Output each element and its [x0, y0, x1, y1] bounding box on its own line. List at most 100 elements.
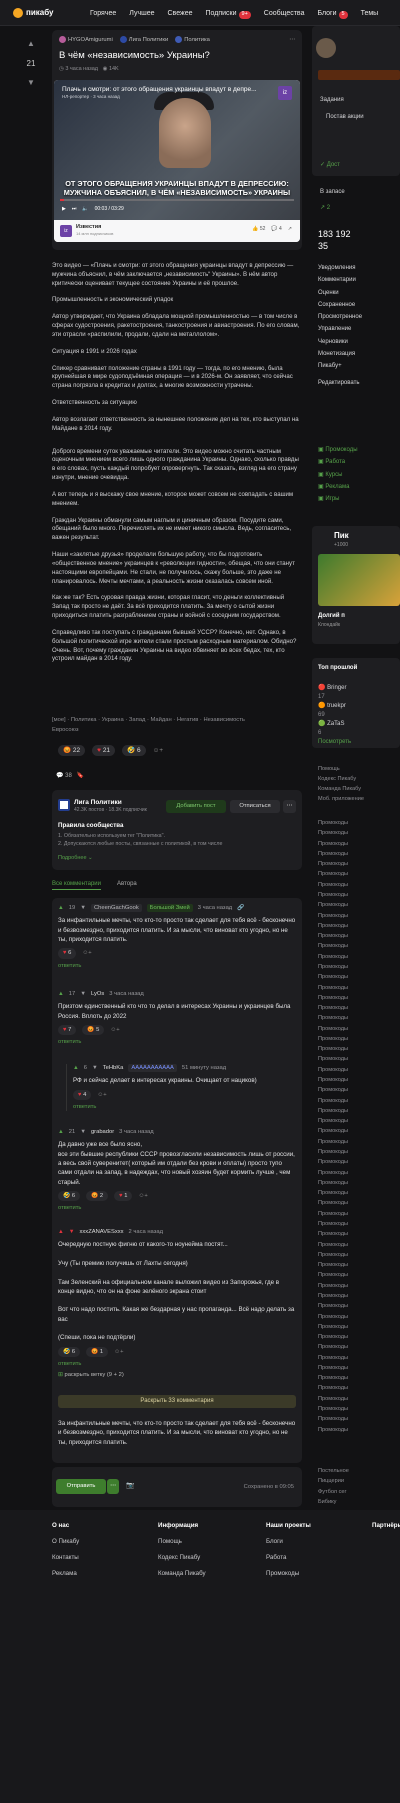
tag[interactable]: Политика: [71, 717, 97, 723]
more-options-icon[interactable]: ⋯: [289, 36, 295, 44]
promo-code-link[interactable]: Промокоды: [318, 1085, 348, 1095]
tag[interactable]: [мое]: [52, 717, 66, 723]
promo-code-link[interactable]: Промокоды: [318, 900, 348, 910]
promo-code-link[interactable]: Промокоды: [318, 1054, 348, 1064]
reply-link[interactable]: ответить: [52, 1201, 302, 1212]
tag[interactable]: Негатив: [177, 717, 198, 723]
footer-link[interactable]: Кодекс Пикабу: [158, 1550, 206, 1566]
menu-ratings[interactable]: Оценки: [318, 287, 362, 299]
downvote-icon[interactable]: ▼: [80, 990, 86, 998]
nav-best[interactable]: Лучшее: [129, 9, 154, 19]
promo-code-link[interactable]: Промокоды: [318, 1219, 348, 1229]
nav-fresh[interactable]: Свежее: [168, 9, 193, 19]
promo-code-link[interactable]: Промокоды: [318, 1178, 348, 1188]
promo-code-link[interactable]: Промокоды: [318, 1394, 348, 1404]
footer-link[interactable]: Команда Пикабу: [158, 1566, 206, 1582]
promo-code-link[interactable]: Промокоды: [318, 828, 348, 838]
add-reaction-icon[interactable]: ☺+: [138, 1192, 147, 1200]
add-reaction-icon[interactable]: ☺+: [82, 949, 91, 957]
comment-user[interactable]: grabador: [91, 1128, 114, 1136]
video-screen[interactable]: Плачь и смотри: от этого обращения украи…: [54, 80, 300, 220]
promo-code-link[interactable]: Промокоды: [318, 818, 348, 828]
team-link[interactable]: Команда Пикабу: [318, 784, 364, 794]
promo-code-link[interactable]: Промокоды: [318, 1034, 348, 1044]
promo-link[interactable]: ▣ Промокоды: [318, 444, 358, 456]
menu-monetization[interactable]: Монетизация: [318, 348, 362, 360]
add-reaction-icon[interactable]: ☺+: [97, 1091, 106, 1099]
reaction-laugh[interactable]: 🤣 6: [58, 1190, 81, 1202]
reply-link[interactable]: ответить: [52, 1357, 302, 1368]
promo-code-link[interactable]: Промокоды: [318, 890, 348, 900]
footer-link[interactable]: Реклама: [52, 1566, 79, 1582]
menu-drafts[interactable]: Черновики: [318, 336, 362, 348]
save-icon[interactable]: 🔖: [77, 773, 84, 779]
play-icon[interactable]: ▶: [62, 206, 66, 213]
promo-code-link[interactable]: Промокоды: [318, 1425, 348, 1435]
nav-subscriptions[interactable]: Подписки 9+: [205, 9, 251, 19]
promo-code-link[interactable]: Промокоды: [318, 983, 348, 993]
upvote-icon[interactable]: ▲: [73, 1064, 79, 1072]
promo-code-link[interactable]: Промокоды: [318, 972, 348, 982]
upvote-icon[interactable]: ▲: [22, 38, 40, 50]
promo-code-link[interactable]: Промокоды: [318, 1322, 348, 1332]
promo-code-link[interactable]: Промокоды: [318, 1332, 348, 1342]
upvote-icon[interactable]: ▲: [58, 904, 64, 912]
downvote-icon[interactable]: ▼: [80, 904, 86, 912]
promo-code-link[interactable]: Промокоды: [318, 1106, 348, 1116]
downvote-icon[interactable]: ▼: [69, 1228, 75, 1236]
reaction-heart[interactable]: ♥ 7: [58, 1024, 77, 1036]
promo-code-link[interactable]: Промокоды: [318, 839, 348, 849]
menu-plus[interactable]: Пикабу+: [318, 360, 362, 372]
nav-hot[interactable]: Горячее: [90, 9, 116, 19]
tag[interactable]: Майдан: [151, 717, 172, 723]
menu-comments[interactable]: Комментарии: [318, 274, 362, 286]
menu-manage[interactable]: Управление: [318, 323, 362, 335]
promo-code-link[interactable]: Промокоды: [318, 921, 348, 931]
video-title[interactable]: Плачь и смотри: от этого обращения украи…: [62, 85, 262, 94]
promo-code-link[interactable]: Промокоды: [318, 849, 348, 859]
tag[interactable]: Запад: [129, 717, 145, 723]
footer-link[interactable]: Промокоды: [266, 1566, 311, 1582]
expand-branch-link[interactable]: ⊞ раскрыть ветку (9 + 2): [52, 1368, 302, 1379]
comment-user[interactable]: TeHbKa: [103, 1064, 124, 1072]
promo-code-link[interactable]: Промокоды: [318, 859, 348, 869]
promo-link[interactable]: ▣ Реклама: [318, 481, 358, 493]
upvote-icon[interactable]: ▲: [58, 990, 64, 998]
promo-code-link[interactable]: Промокоды: [318, 1013, 348, 1023]
promo-link[interactable]: ▣ Курсы: [318, 469, 358, 481]
submit-button[interactable]: Отправить: [56, 1479, 106, 1494]
reaction-angry[interactable]: 😡 1: [86, 1346, 109, 1358]
share-icon[interactable]: ↗: [288, 226, 292, 233]
promo-code-link[interactable]: Промокоды: [318, 1075, 348, 1085]
codex-link[interactable]: Кодекс Пикабу: [318, 774, 364, 784]
reply-draft-text[interactable]: За инфантильные мечты, что кто-то просто…: [52, 1415, 302, 1447]
reaction-angry[interactable]: 😡 22: [58, 745, 86, 757]
menu-notifications[interactable]: Уведомления: [318, 262, 362, 274]
promo-code-link[interactable]: Промокоды: [318, 931, 348, 941]
rules-more-link[interactable]: Подробнее ⌄: [58, 855, 93, 863]
promo-code-link[interactable]: Промокоды: [318, 1270, 348, 1280]
reply-link[interactable]: ответить: [52, 959, 302, 970]
promo-code-link[interactable]: Промокоды: [318, 1240, 348, 1250]
promo-code-link[interactable]: Промокоды: [318, 1137, 348, 1147]
downvote-icon[interactable]: ▼: [80, 1128, 86, 1136]
post-title[interactable]: В чём «независимость» Украины?: [52, 44, 302, 63]
tag[interactable]: Независимость: [203, 717, 244, 723]
promo-code-link[interactable]: Промокоды: [318, 1281, 348, 1291]
user-avatar[interactable]: [316, 38, 336, 58]
available-link[interactable]: ✓ Дост: [320, 161, 340, 170]
promo-link[interactable]: ▣ Работа: [318, 456, 358, 468]
bottom-link[interactable]: Постельное: [318, 1466, 349, 1476]
upvote-icon[interactable]: ▲: [58, 1128, 64, 1136]
reaction-heart[interactable]: ♥ 6: [58, 948, 77, 959]
downvote-icon[interactable]: ▼: [92, 1064, 98, 1072]
promo-code-link[interactable]: Промокоды: [318, 952, 348, 962]
top-user[interactable]: 🟠 truekpr 69: [318, 702, 346, 720]
promo-code-link[interactable]: Промокоды: [318, 1198, 348, 1208]
bottom-link[interactable]: Пиццерии: [318, 1476, 349, 1486]
reply-link[interactable]: ответить: [67, 1100, 302, 1111]
promo-code-link[interactable]: Промокоды: [318, 1024, 348, 1034]
post-author[interactable]: HYGOAmigurumi: [59, 36, 113, 44]
footer-link[interactable]: Контакты: [52, 1550, 79, 1566]
comment-user[interactable]: xxxZANAVESxxx: [80, 1228, 124, 1236]
